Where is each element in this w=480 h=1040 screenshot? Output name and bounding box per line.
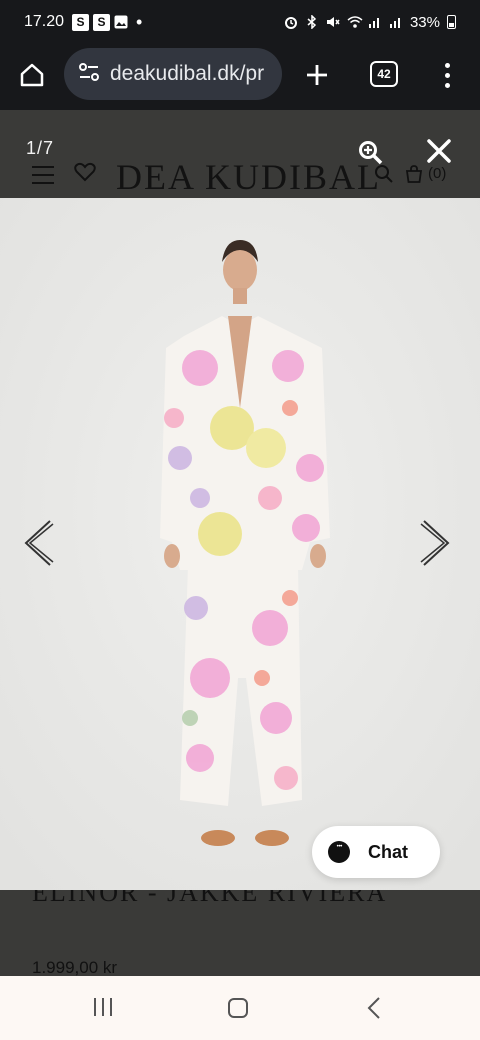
signal-icon [389, 15, 403, 29]
chevron-right-icon[interactable] [418, 518, 454, 573]
brand-logo[interactable]: DEA KUDIBAL [116, 156, 381, 198]
back-nav-icon[interactable] [366, 996, 382, 1025]
battery-icon [447, 15, 456, 29]
wifi-icon [347, 15, 363, 29]
bag-icon[interactable] [404, 164, 424, 189]
browser-toolbar: deakudibal.dk/pr 42 [0, 44, 480, 110]
product-info: ELINOR - JAKKE RIVIERA 1.999,00 kr [0, 890, 480, 976]
hamburger-icon[interactable] [32, 166, 54, 190]
gallery-counter: 1/7 [26, 138, 55, 158]
notification-badge: S [72, 13, 90, 31]
home-icon [20, 63, 44, 87]
tab-count: 42 [377, 67, 391, 81]
notification-badge: S [93, 13, 111, 31]
zoom-in-icon[interactable] [358, 140, 384, 171]
mute-icon [326, 15, 340, 29]
heart-icon[interactable] [74, 162, 96, 187]
product-name: ELINOR - JAKKE RIVIERA [32, 890, 388, 907]
model-photo [0, 198, 480, 890]
status-dot: • [136, 11, 143, 32]
bluetooth-icon [305, 14, 319, 30]
gallery-notification-icon [114, 15, 128, 29]
new-tab-button[interactable] [298, 56, 336, 94]
battery-percent: 33% [409, 13, 440, 31]
recent-apps-button[interactable] [94, 998, 112, 1016]
home-button[interactable] [14, 57, 50, 93]
signal-icon [368, 15, 382, 29]
product-image[interactable]: Chat [0, 198, 480, 890]
status-time: 17.20 [24, 13, 65, 30]
plus-icon [307, 65, 327, 85]
alarm-icon [284, 15, 298, 29]
chevron-left-icon[interactable] [20, 518, 56, 573]
chat-button[interactable]: Chat [312, 826, 440, 878]
url-text[interactable]: deakudibal.dk/pr [110, 62, 264, 86]
address-bar[interactable]: deakudibal.dk/pr [64, 48, 282, 100]
tab-switcher-button[interactable]: 42 [370, 61, 398, 87]
product-price: 1.999,00 kr [32, 958, 118, 976]
close-icon[interactable] [424, 136, 454, 171]
site-header: 1/7 DEA KUDIBAL (0) [0, 110, 480, 198]
system-nav-bar [0, 976, 480, 1040]
more-vert-icon[interactable] [432, 56, 462, 94]
tune-icon[interactable] [78, 62, 100, 87]
chat-label: Chat [368, 841, 408, 862]
home-nav-button[interactable] [228, 998, 248, 1018]
chat-icon [328, 841, 350, 863]
status-bar: 17.20 S S • 33% [0, 0, 480, 44]
